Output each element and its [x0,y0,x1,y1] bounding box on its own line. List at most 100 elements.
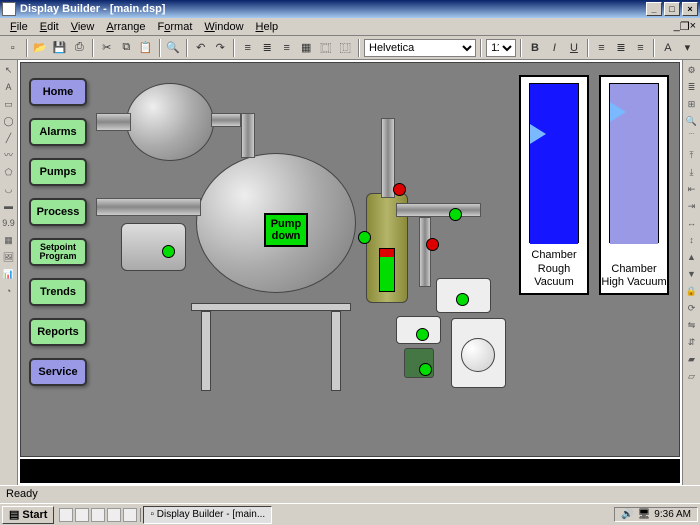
tray-icon[interactable]: 🔊 [621,509,633,520]
menu-help[interactable]: Help [250,21,285,33]
ungroup-icon[interactable]: ⿶ [337,38,355,58]
menu-window[interactable]: Window [198,21,249,33]
workspace: ↖ A ▭ ◯ ╱ 〰 ⬠ ◡ ▬ 9.9 ▦ 🖼 📊 ◔ [0,60,700,485]
nav-service-button[interactable]: Service [29,358,87,386]
polygon-tool-icon[interactable]: ⬠ [1,164,17,180]
align-right-icon[interactable]: ≡ [278,38,296,58]
level-fill-red [380,249,394,257]
more-icon[interactable]: ▾ [679,38,697,58]
indicator-chamber-main [358,231,371,244]
snap-icon[interactable]: ⊞ [684,96,700,112]
gauge-rough-label: Chamber Rough Vacuum [521,249,587,289]
image-tool-icon[interactable]: 🖼 [1,249,17,265]
arc-tool-icon[interactable]: ◡ [1,181,17,197]
nav-home-button[interactable]: Home [29,78,87,106]
layers-icon[interactable]: ≣ [684,79,700,95]
table-leg [331,311,341,391]
align-r-icon[interactable]: ⇥ [684,198,700,214]
back-icon[interactable]: ▼ [684,266,700,282]
paste-icon[interactable]: 📋 [137,38,155,58]
lock-icon[interactable]: 🔒 [684,283,700,299]
align-l-icon[interactable]: ⇤ [684,181,700,197]
bold-button[interactable]: B [526,38,544,58]
gauge-rough-bar [529,83,579,243]
gauge-tool-icon[interactable]: ◔ [1,283,17,299]
undo-icon[interactable]: ↶ [192,38,210,58]
close-button[interactable]: × [682,2,698,16]
nav-alarms-button[interactable]: Alarms [29,118,87,146]
minimize-button[interactable]: _ [646,2,662,16]
print-icon[interactable]: ⎙ [71,38,89,58]
front-icon[interactable]: ▲ [684,249,700,265]
design-canvas[interactable]: Pump down Home Alarms Pumps Process Setpoint… [20,62,680,457]
polyline-tool-icon[interactable]: 〰 [1,147,17,163]
dist-v-icon[interactable]: ↕ [684,232,700,248]
prop-tool-icon[interactable]: ⚙ [684,62,700,78]
taskbar-app-button[interactable]: ▫ Display Builder - [main... [143,506,272,524]
fill-icon[interactable]: ▰ [684,351,700,367]
line-tool-icon[interactable]: ╱ [1,130,17,146]
gauge-high: Chamber High Vacuum [599,75,669,295]
maximize-button[interactable]: □ [664,2,680,16]
chart-tool-icon[interactable]: 📊 [1,266,17,282]
flip-v-icon[interactable]: ⇵ [684,334,700,350]
text-align-left-icon[interactable]: ≡ [593,38,611,58]
pointer-tool-icon[interactable]: ↖ [1,62,17,78]
indicator-valve-right [449,208,462,221]
grid-icon[interactable]: ▦ [298,38,316,58]
mdi-restore-button[interactable]: ❐ [680,20,690,33]
ellipse-tool-icon[interactable]: ◯ [1,113,17,129]
ruler-icon[interactable]: ﹉ [684,130,700,146]
new-icon[interactable]: ▫ [4,38,22,58]
align-left-icon[interactable]: ≡ [239,38,257,58]
ql-icon[interactable] [75,508,89,522]
font-size-select[interactable]: 11 [486,39,516,57]
align-bottom-icon[interactable]: ⤓ [684,164,700,180]
cut-icon[interactable]: ✂ [98,38,116,58]
ql-icon[interactable] [107,508,121,522]
group-icon[interactable]: ⿴ [317,38,335,58]
flip-h-icon[interactable]: ⇋ [684,317,700,333]
dist-h-icon[interactable]: ↔ [684,215,700,231]
pump-down-button[interactable]: Pump down [264,213,308,247]
system-tray[interactable]: 🔊 🖥 9:36 AM [614,507,698,522]
mdi-close-button[interactable]: × [690,20,696,33]
text-align-center-icon[interactable]: ≣ [612,38,630,58]
stroke-icon[interactable]: ▱ [684,368,700,384]
open-icon[interactable]: 📂 [32,38,50,58]
font-select[interactable]: Helvetica [364,39,476,57]
underline-button[interactable]: U [565,38,583,58]
text-align-right-icon[interactable]: ≡ [632,38,650,58]
align-top-icon[interactable]: ⤒ [684,147,700,163]
ql-icon[interactable] [91,508,105,522]
table-tool-icon[interactable]: ▦ [1,232,17,248]
font-color-icon[interactable]: A [659,38,677,58]
numeric-tool-icon[interactable]: 9.9 [1,215,17,231]
text-tool-icon[interactable]: A [1,79,17,95]
button-tool-icon[interactable]: ▬ [1,198,17,214]
nav-trends-button[interactable]: Trends [29,278,87,306]
menu-arrange[interactable]: Arrange [100,21,151,33]
zoom-icon[interactable]: 🔍 [684,113,700,129]
rect-tool-icon[interactable]: ▭ [1,96,17,112]
start-button[interactable]: ▤ Start [2,506,54,524]
menu-edit[interactable]: Edit [34,21,65,33]
find-icon[interactable]: 🔍 [165,38,183,58]
italic-button[interactable]: I [546,38,564,58]
copy-icon[interactable]: ⧉ [118,38,136,58]
ql-icon[interactable] [59,508,73,522]
start-label: Start [22,509,47,521]
nav-pumps-button[interactable]: Pumps [29,158,87,186]
ql-icon[interactable] [123,508,137,522]
nav-reports-button[interactable]: Reports [29,318,87,346]
nav-process-button[interactable]: Process [29,198,87,226]
tray-icon[interactable]: 🖥 [638,509,651,520]
redo-icon[interactable]: ↷ [212,38,230,58]
save-icon[interactable]: 💾 [51,38,69,58]
menu-format[interactable]: Format [152,21,199,33]
menu-file[interactable]: File [4,21,34,33]
nav-setpoint-button[interactable]: Setpoint Program [29,238,87,266]
align-center-icon[interactable]: ≣ [259,38,277,58]
rotate-icon[interactable]: ⟳ [684,300,700,316]
menu-view[interactable]: View [65,21,101,33]
